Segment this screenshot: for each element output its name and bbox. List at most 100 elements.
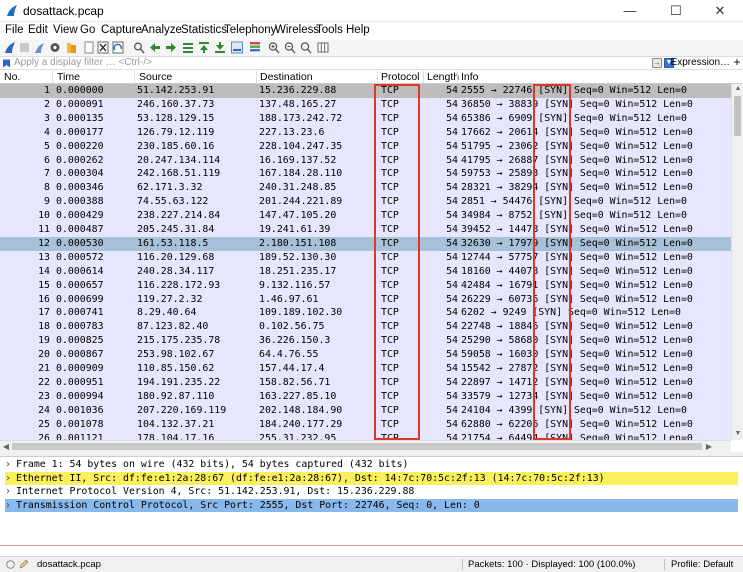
table-row[interactable]: 18 0.000783 87.123.82.40 0.102.56.75 TCP 54 22…: [0, 320, 731, 335]
restart-fin-icon[interactable]: [34, 41, 46, 54]
file-icon[interactable]: [83, 41, 95, 54]
menu-file[interactable]: File: [5, 24, 24, 36]
menu-go[interactable]: Go: [80, 24, 95, 36]
detail-ipv4[interactable]: › Internet Protocol Version 4, Src: 51.14…: [5, 485, 738, 499]
close-button[interactable]: ✕: [697, 0, 743, 22]
table-row[interactable]: 19 0.000825 215.175.235.78 36.226.150.3 TCP 5…: [0, 334, 731, 349]
menu-edit[interactable]: Edit: [28, 24, 48, 36]
packet-list-horizontal-scrollbar[interactable]: ◀ ▶: [0, 440, 731, 452]
shark-fin-start-icon[interactable]: [4, 41, 16, 54]
column-header-destination[interactable]: Destination: [260, 71, 313, 83]
table-row[interactable]: 20 0.000867 253.98.102.67 64.4.76.55 TCP 54 59…: [0, 348, 731, 362]
column-header-length[interactable]: Length: [427, 71, 459, 83]
table-row[interactable]: 11 0.000487 205.245.31.84 19.241.61.39 TCP 54…: [0, 223, 731, 237]
table-row[interactable]: 7 0.000304 242.168.51.119 167.184.28.110 TCP…: [0, 167, 731, 182]
column-divider[interactable]: [423, 71, 424, 83]
table-row[interactable]: 4 0.000177 126.79.12.119 227.13.23.6 TCP 54 17…: [0, 125, 731, 140]
table-row[interactable]: 3 0.000135 53.128.129.15 188.173.242.72 TCP 5…: [0, 111, 731, 126]
table-row[interactable]: 14 0.000614 240.28.34.117 18.251.235.17 TCP 5…: [0, 264, 731, 279]
column-divider[interactable]: [457, 71, 458, 83]
table-row[interactable]: 21 0.000909 110.85.150.62 157.44.17.4 TCP 54 1…: [0, 362, 731, 376]
column-header-time[interactable]: Time: [57, 71, 80, 83]
table-row[interactable]: 2 0.000091 246.160.37.73 137.48.165.27 TCP 54…: [0, 97, 731, 112]
back-arrow-icon[interactable]: [149, 41, 161, 54]
expression-button[interactable]: Expression…: [668, 57, 730, 69]
last-packet-icon[interactable]: [214, 41, 226, 54]
column-header-protocol[interactable]: Protocol: [381, 71, 420, 83]
scroll-right-icon[interactable]: ▶: [704, 441, 714, 452]
expand-chevron-icon[interactable]: ›: [5, 458, 16, 472]
table-row[interactable]: 24 0.001036 207.220.169.119 202.148.184.90 T…: [0, 403, 731, 418]
table-row[interactable]: 6 0.000262 20.247.134.114 16.169.137.52 TCP 5…: [0, 153, 731, 168]
expand-chevron-icon[interactable]: ›: [5, 485, 16, 499]
goto-packet-icon[interactable]: [182, 41, 194, 54]
add-filter-button[interactable]: +: [731, 56, 743, 68]
open-folder-icon[interactable]: [66, 41, 78, 54]
column-header-info[interactable]: Info: [461, 71, 479, 83]
stop-square-icon[interactable]: [19, 41, 31, 54]
menu-analyze[interactable]: Analyze: [141, 24, 182, 36]
menu-telephony[interactable]: Telephony: [224, 24, 276, 36]
menu-capture[interactable]: Capture: [101, 24, 142, 36]
expert-info-circle-icon[interactable]: [6, 560, 15, 569]
bytes-pane-collapsed[interactable]: [0, 545, 743, 553]
table-row[interactable]: 5 0.000220 230.185.60.16 228.104.247.35 TCP 5…: [0, 139, 731, 154]
menu-view[interactable]: View: [53, 24, 78, 36]
expand-chevron-icon[interactable]: ›: [5, 499, 16, 513]
bookmark-icon[interactable]: [2, 59, 11, 68]
menu-tools[interactable]: Tools: [316, 24, 343, 36]
detail-ethernet[interactable]: › Ethernet II, Src: df:fe:e1:2a:28:67 (df…: [5, 471, 738, 486]
table-row[interactable]: 10 0.000429 238.227.214.84 147.47.105.20 TCP…: [0, 209, 731, 223]
menu-help[interactable]: Help: [346, 24, 370, 36]
column-divider[interactable]: [256, 71, 257, 83]
edit-comment-icon[interactable]: [19, 559, 29, 569]
colorize-icon[interactable]: [249, 41, 261, 54]
scrollbar-thumb[interactable]: [12, 443, 702, 450]
forward-arrow-icon[interactable]: [165, 41, 177, 54]
menu-statistics[interactable]: Statistics: [181, 24, 227, 36]
column-header-source[interactable]: Source: [139, 71, 172, 83]
column-header-no[interactable]: No.: [4, 71, 20, 83]
packet-list[interactable]: 1 0.000000 51.142.253.91 15.236.229.88 TCP 54…: [0, 84, 731, 440]
detail-frame[interactable]: › Frame 1: 54 bytes on wire (432 bits), 5…: [5, 458, 738, 472]
first-packet-icon[interactable]: [198, 41, 210, 54]
expand-chevron-icon[interactable]: ›: [5, 472, 16, 486]
display-filter-input[interactable]: [13, 57, 653, 69]
reload-icon[interactable]: [112, 41, 124, 54]
table-row[interactable]: 9 0.000388 74.55.63.122 201.244.221.89 TCP 54…: [0, 195, 731, 210]
column-divider[interactable]: [52, 71, 53, 83]
column-divider[interactable]: [134, 71, 135, 83]
packet-list-vertical-scrollbar[interactable]: ▲ ▼: [731, 84, 743, 440]
zoom-normal-icon[interactable]: [300, 41, 312, 54]
close-file-icon[interactable]: [97, 41, 109, 54]
zoom-out-icon[interactable]: [284, 41, 296, 54]
scrollbar-thumb[interactable]: [734, 96, 741, 136]
scroll-down-icon[interactable]: ▼: [733, 429, 743, 439]
scroll-up-icon[interactable]: ▲: [733, 84, 743, 94]
table-row[interactable]: 13 0.000572 116.20.129.68 189.52.130.30 TCP 5…: [0, 250, 731, 265]
table-row[interactable]: 1 0.000000 51.142.253.91 15.236.229.88 TCP 54…: [0, 84, 731, 98]
clear-filter-icon[interactable]: →: [652, 58, 662, 68]
scroll-left-icon[interactable]: ◀: [1, 441, 11, 452]
packet-details-pane[interactable]: › Frame 1: 54 bytes on wire (432 bits), 5…: [0, 457, 743, 545]
detail-tcp[interactable]: › Transmission Control Protocol, Src Port…: [5, 498, 738, 513]
table-row[interactable]: 25 0.001078 104.132.37.21 184.240.177.29 TCP…: [0, 417, 731, 432]
find-magnifier-icon[interactable]: [133, 41, 145, 54]
table-row[interactable]: 23 0.000994 180.92.87.110 163.227.85.10 TCP 5…: [0, 389, 731, 404]
maximize-button[interactable]: ☐: [653, 0, 699, 22]
options-gear-icon[interactable]: [49, 41, 61, 54]
minimize-button[interactable]: —: [607, 0, 653, 22]
table-row[interactable]: 16 0.000699 119.27.2.32 1.46.97.61 TCP 54 2622…: [0, 292, 731, 307]
status-profile[interactable]: Profile: Default: [671, 558, 733, 572]
resize-columns-icon[interactable]: [317, 41, 329, 54]
table-row[interactable]: 22 0.000951 194.191.235.22 158.82.56.71 TCP 5…: [0, 375, 731, 390]
table-row[interactable]: 15 0.000657 116.228.172.93 9.132.116.57 TCP 5…: [0, 278, 731, 293]
autoscroll-icon[interactable]: [231, 41, 243, 54]
table-row[interactable]: 26 0.001121 178.104.17.16 255.31.232.95 TCP 5…: [0, 431, 731, 440]
table-row[interactable]: 8 0.000346 62.171.3.32 240.31.248.85 TCP 54 28…: [0, 181, 731, 196]
zoom-in-icon[interactable]: [268, 41, 280, 54]
table-row[interactable]: 12 0.000530 161.53.118.5 2.180.151.108 TCP 54…: [0, 236, 731, 251]
menu-wireless[interactable]: Wireless: [275, 24, 319, 36]
table-row[interactable]: 17 0.000741 8.29.40.64 109.189.102.30 TCP 54 6…: [0, 306, 731, 321]
column-divider[interactable]: [377, 71, 378, 83]
